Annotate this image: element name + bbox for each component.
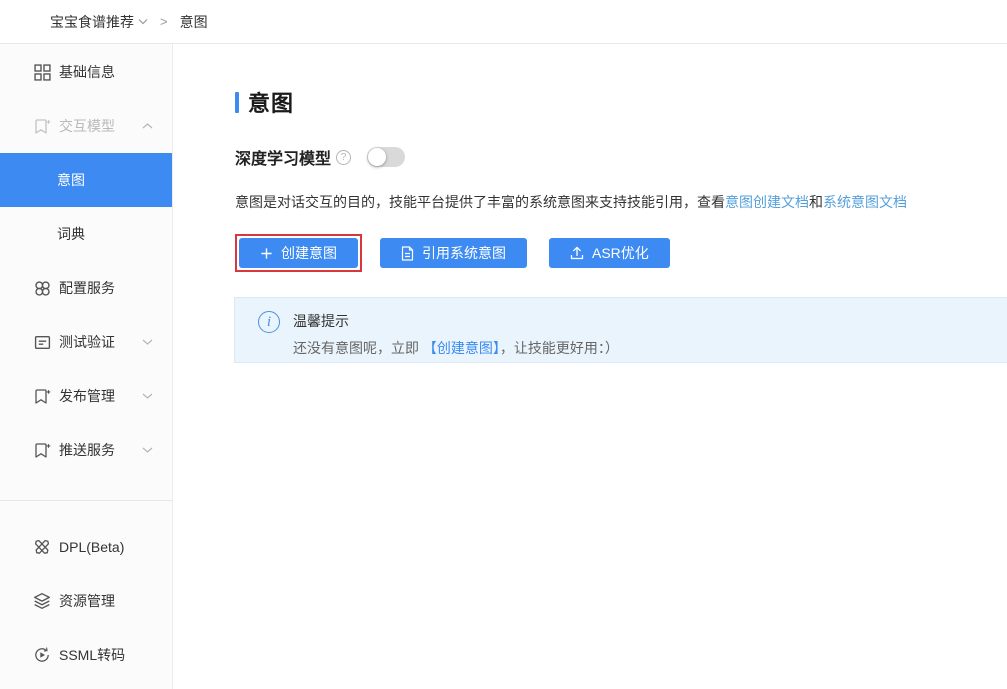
breadcrumb-skill-name: 宝宝食谱推荐 bbox=[50, 12, 134, 32]
sidebar-item-ssml-transcode[interactable]: SSML转码 bbox=[0, 628, 172, 682]
intent-description: 意图是对话交互的目的，技能平台提供了丰富的系统意图来支持技能引用，查看意图创建文… bbox=[235, 192, 1007, 212]
document-icon bbox=[401, 246, 414, 261]
create-intent-button[interactable]: 创建意图 bbox=[239, 238, 358, 268]
sidebar-item-dpl-beta[interactable]: DPL(Beta) bbox=[0, 520, 172, 574]
sidebar-item-label: 意图 bbox=[57, 170, 85, 190]
info-icon: i bbox=[258, 311, 280, 333]
sidebar-item-interaction-model[interactable]: 交互模型 bbox=[0, 99, 172, 153]
breadcrumb-separator: > bbox=[160, 14, 168, 29]
button-label: 创建意图 bbox=[281, 243, 337, 263]
sidebar-item-label: 配置服务 bbox=[59, 278, 115, 298]
sidebar-item-label: 测试验证 bbox=[59, 332, 115, 352]
help-icon[interactable]: ? bbox=[336, 150, 351, 165]
create-intent-link[interactable]: 【创建意图】 bbox=[423, 340, 500, 356]
sidebar-item-test-verify[interactable]: 测试验证 bbox=[0, 315, 172, 369]
description-text: 和 bbox=[809, 194, 823, 210]
chevron-down-icon bbox=[142, 393, 153, 400]
reference-system-intent-button[interactable]: 引用系统意图 bbox=[380, 238, 527, 268]
intent-actions: 创建意图 引用系统意图 ASR优化 bbox=[235, 234, 1007, 272]
breadcrumb: 宝宝食谱推荐 > 意图 bbox=[0, 0, 1007, 44]
notice-text-segment: 还没有意图呢，立即 bbox=[293, 340, 423, 356]
breadcrumb-skill-dropdown[interactable]: 宝宝食谱推荐 bbox=[50, 12, 148, 32]
bookmark-plus-icon bbox=[33, 441, 51, 459]
description-text: 意图是对话交互的目的，技能平台提供了丰富的系统意图来支持技能引用，查看 bbox=[235, 194, 725, 210]
sidebar-item-config-service[interactable]: 配置服务 bbox=[0, 261, 172, 315]
title-accent-bar bbox=[235, 92, 239, 113]
upload-icon bbox=[570, 246, 584, 260]
sidebar-item-dictionary[interactable]: 词典 bbox=[0, 207, 172, 261]
button-label: ASR优化 bbox=[592, 243, 649, 263]
deep-learning-toggle[interactable] bbox=[367, 147, 405, 167]
sidebar-item-label: 词典 bbox=[57, 224, 85, 244]
sidebar-item-label: SSML转码 bbox=[59, 645, 125, 665]
sidebar-item-label: 基础信息 bbox=[59, 62, 115, 82]
sidebar-divider bbox=[0, 500, 172, 501]
sidebar-item-label: 交互模型 bbox=[59, 116, 115, 136]
system-intent-doc-link[interactable]: 系统意图文档 bbox=[823, 194, 907, 210]
bookmark-plus-icon bbox=[33, 117, 51, 135]
breadcrumb-current: 意图 bbox=[180, 12, 208, 32]
plus-icon bbox=[260, 247, 273, 260]
skill-platform-app: 宝宝食谱推荐 > 意图 基础信息 交互模型 意图 bbox=[0, 0, 1007, 689]
notice-text-segment: ，让技能更好用：） bbox=[500, 340, 619, 356]
notice-title: 温馨提示 bbox=[293, 311, 619, 331]
sidebar-item-label: 资源管理 bbox=[59, 591, 115, 611]
sidebar-item-label: DPL(Beta) bbox=[59, 539, 124, 555]
notice-text: 还没有意图呢，立即 【创建意图】，让技能更好用：） bbox=[293, 338, 619, 358]
notice-body: 温馨提示 还没有意图呢，立即 【创建意图】，让技能更好用：） bbox=[293, 311, 619, 362]
bookmark-plus-icon bbox=[33, 387, 51, 405]
chevron-down-icon bbox=[142, 447, 153, 454]
crossed-pencils-icon bbox=[33, 538, 51, 556]
main-content: 意图 深度学习模型 ? 意图是对话交互的目的，技能平台提供了丰富的系统意图来支持… bbox=[174, 44, 1007, 689]
grid-icon bbox=[33, 63, 51, 81]
create-intent-highlight-box: 创建意图 bbox=[235, 234, 362, 272]
deep-learning-row: 深度学习模型 ? bbox=[235, 145, 1007, 169]
layers-icon bbox=[33, 592, 51, 610]
chevron-down-icon bbox=[138, 18, 148, 25]
page-title-text: 意图 bbox=[248, 86, 294, 118]
sidebar-item-push-service[interactable]: 推送服务 bbox=[0, 423, 172, 477]
asr-optimize-button[interactable]: ASR优化 bbox=[549, 238, 670, 268]
clover-icon bbox=[33, 279, 51, 297]
toggle-knob bbox=[368, 148, 386, 166]
sidebar: 基础信息 交互模型 意图 词典 配置服务 测试 bbox=[0, 44, 173, 689]
button-label: 引用系统意图 bbox=[422, 243, 506, 263]
sidebar-item-basic-info[interactable]: 基础信息 bbox=[0, 45, 172, 99]
chevron-up-icon bbox=[142, 123, 153, 130]
sidebar-item-publish-manage[interactable]: 发布管理 bbox=[0, 369, 172, 423]
document-icon bbox=[33, 333, 51, 351]
notice-banner: i 温馨提示 还没有意图呢，立即 【创建意图】，让技能更好用：） bbox=[234, 297, 1007, 363]
intent-create-doc-link[interactable]: 意图创建文档 bbox=[725, 194, 809, 210]
play-refresh-icon bbox=[33, 646, 51, 664]
sidebar-item-label: 推送服务 bbox=[59, 440, 115, 460]
sidebar-item-resource-manage[interactable]: 资源管理 bbox=[0, 574, 172, 628]
page-title: 意图 bbox=[235, 86, 1007, 118]
chevron-down-icon bbox=[142, 339, 153, 346]
sidebar-item-label: 发布管理 bbox=[59, 386, 115, 406]
sidebar-item-intent[interactable]: 意图 bbox=[0, 153, 172, 207]
deep-learning-label: 深度学习模型 bbox=[235, 145, 331, 169]
